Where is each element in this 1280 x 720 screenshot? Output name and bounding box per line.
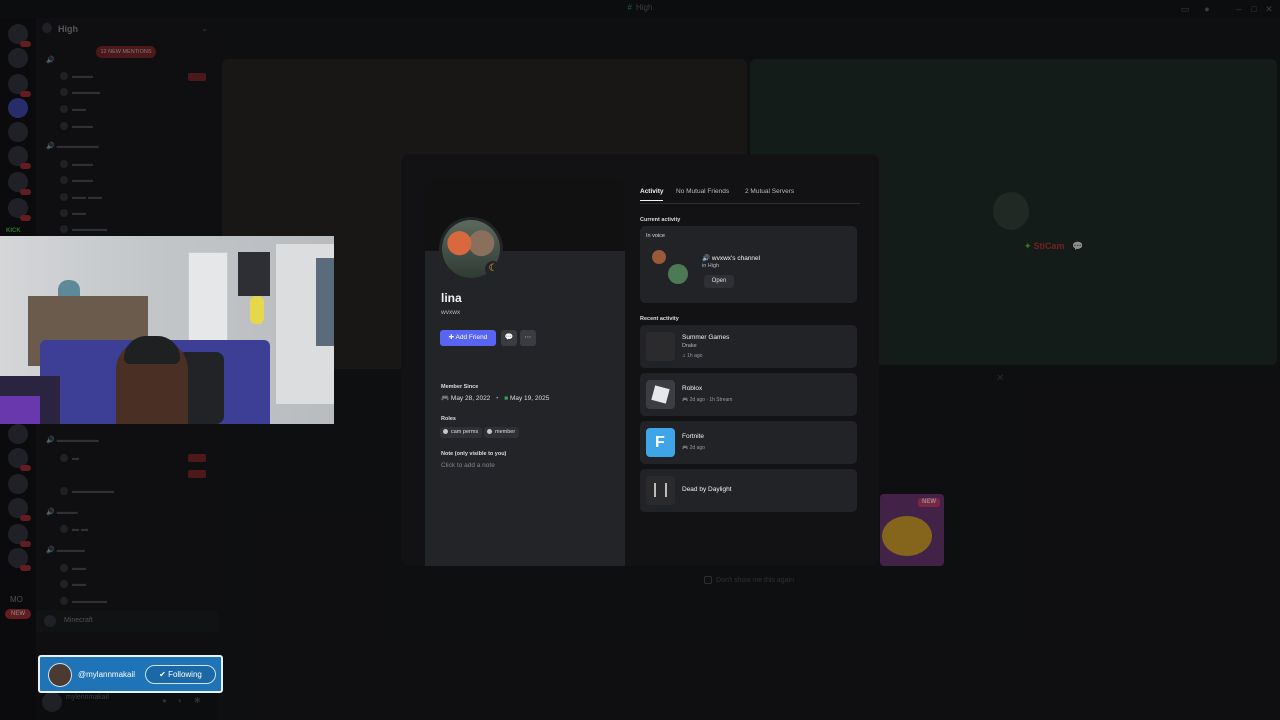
activity-subtitle: Drake bbox=[682, 343, 697, 349]
activity-name: Dead by Daylight bbox=[682, 486, 732, 493]
activity-meta: ♫ 1h ago bbox=[682, 353, 703, 359]
idle-status-icon: ☾ bbox=[485, 261, 501, 277]
roles-label: Roles bbox=[441, 416, 456, 422]
webcam-window bbox=[316, 258, 334, 346]
open-button[interactable]: Open bbox=[704, 275, 734, 288]
activity-name: Roblox bbox=[682, 385, 703, 392]
dead-by-daylight-icon bbox=[646, 476, 675, 505]
role-color-dot bbox=[443, 429, 448, 435]
add-user-icon: ✚ bbox=[448, 334, 456, 341]
webcam-poster bbox=[238, 252, 270, 296]
controller-icon: 🎮 bbox=[682, 445, 690, 451]
tab-mutual-friends[interactable]: No Mutual Friends bbox=[676, 188, 729, 195]
follow-overlay: @mylannmakail ✔ Following bbox=[38, 655, 223, 693]
webcam-plush bbox=[250, 296, 264, 324]
activity-name: Fortnite bbox=[682, 433, 705, 440]
avatar bbox=[48, 663, 72, 687]
more-options-button[interactable]: ⋯ bbox=[520, 330, 536, 346]
username[interactable]: wvxwx bbox=[441, 309, 460, 316]
roblox-icon bbox=[646, 380, 675, 409]
activity-item[interactable]: Roblox 🎮 2d ago · 1h Stream bbox=[640, 373, 857, 416]
avatar bbox=[652, 250, 666, 264]
activity-name: Summer Games bbox=[682, 334, 730, 341]
tab-activity[interactable]: Activity bbox=[640, 188, 664, 201]
role-chip[interactable]: member bbox=[484, 427, 520, 438]
activity-item[interactable]: Summer Games Drake ♫ 1h ago bbox=[640, 325, 857, 368]
game-icon bbox=[646, 332, 675, 361]
add-friend-button[interactable]: ✚ Add Friend bbox=[440, 330, 496, 346]
member-since-label: Member Since bbox=[441, 384, 479, 390]
more-icon: ⋯ bbox=[524, 334, 532, 341]
tab-mutual-servers[interactable]: 2 Mutual Servers bbox=[745, 188, 794, 195]
avatar bbox=[668, 264, 688, 284]
current-activity-label: Current activity bbox=[640, 217, 681, 223]
current-activity-card: In voice 🔊 wvxwx's channel in High Open bbox=[640, 226, 857, 303]
controller-icon: 🎮 bbox=[682, 397, 690, 403]
discord-icon: 🎮 bbox=[441, 395, 451, 402]
following-button[interactable]: ✔ Following bbox=[145, 665, 216, 684]
avatar[interactable]: ☾ bbox=[439, 217, 503, 281]
webcam-headphones bbox=[124, 336, 180, 364]
message-icon: 💬 bbox=[504, 334, 514, 341]
activity-item[interactable]: F Fortnite 🎮 2d ago bbox=[640, 421, 857, 464]
fortnite-icon: F bbox=[646, 428, 675, 457]
note-input[interactable]: Click to add a note bbox=[441, 462, 495, 469]
role-chip[interactable]: cam perms bbox=[440, 427, 483, 438]
in-voice-label: In voice bbox=[646, 233, 665, 239]
activity-meta: 🎮 2d ago · 1h Stream bbox=[682, 397, 733, 403]
follow-handle: @mylannmakail bbox=[78, 670, 136, 679]
note-label: Note (only visible to you) bbox=[441, 451, 507, 457]
display-name: lina bbox=[441, 291, 462, 305]
member-since-dates: 🎮 May 28, 2022 • ■ May 19, 2025 bbox=[441, 395, 550, 402]
recent-activity-label: Recent activity bbox=[640, 316, 679, 322]
user-profile-modal: ☾ lina wvxwx ✚ Add Friend 💬 ⋯ Member Sin… bbox=[401, 154, 879, 566]
activity-item[interactable]: Dead by Daylight bbox=[640, 469, 857, 512]
voice-channel-name[interactable]: 🔊 wvxwx's channel bbox=[702, 254, 760, 262]
profile-tabs: Activity No Mutual Friends 2 Mutual Serv… bbox=[640, 188, 860, 204]
webcam-overlay bbox=[0, 236, 334, 424]
profile-card: ☾ lina wvxwx ✚ Add Friend 💬 ⋯ Member Sin… bbox=[425, 179, 625, 566]
separator: • bbox=[496, 395, 499, 402]
voice-server-name: in High bbox=[702, 263, 720, 269]
webcam-led-glow bbox=[0, 396, 40, 424]
role-color-dot bbox=[487, 429, 492, 435]
speaker-icon: 🔊 bbox=[702, 255, 712, 262]
message-button[interactable]: 💬 bbox=[501, 330, 517, 346]
activity-meta: 🎮 2d ago bbox=[682, 445, 705, 451]
check-icon: ✔ bbox=[159, 670, 169, 679]
